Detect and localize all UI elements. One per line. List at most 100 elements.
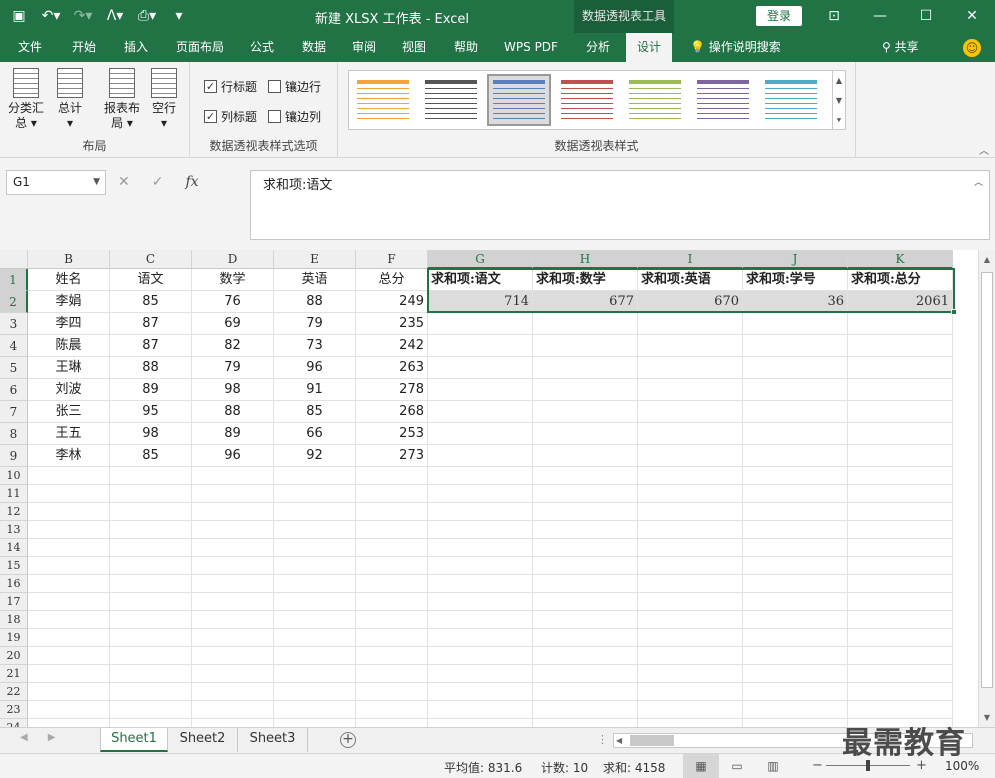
zoom-out-icon[interactable]: − [812,758,823,773]
empty-cell[interactable] [743,445,848,467]
empty-cell[interactable] [428,557,533,575]
empty-cell[interactable] [28,485,110,503]
column-header[interactable]: E [274,250,356,269]
column-header[interactable]: K [848,250,953,269]
empty-cell[interactable] [274,467,356,485]
empty-cell[interactable] [274,503,356,521]
row-header[interactable]: 8 [0,423,28,445]
tab-view[interactable]: 视图 [392,33,436,62]
row-header[interactable]: 7 [0,401,28,423]
empty-cell[interactable] [638,701,743,719]
empty-cell[interactable] [356,503,428,521]
empty-cell[interactable] [192,701,274,719]
empty-cell[interactable] [743,575,848,593]
cell[interactable]: 98 [110,423,192,445]
empty-cell[interactable] [428,423,533,445]
save-icon[interactable]: ▣ [8,6,30,26]
blank-rows-button[interactable]: 空行 ▾ [144,68,184,131]
empty-cell[interactable] [848,503,953,521]
sheet-prev-icon[interactable]: ◀ [20,732,28,743]
empty-cell[interactable] [533,539,638,557]
empty-cell[interactable] [638,719,743,727]
empty-cell[interactable] [743,313,848,335]
tab-wps-pdf[interactable]: WPS PDF [498,33,564,62]
cell[interactable]: 85 [110,291,192,313]
empty-cell[interactable] [28,539,110,557]
empty-cell[interactable] [356,575,428,593]
empty-cell[interactable] [110,503,192,521]
normal-view-icon[interactable]: ▦ [683,754,719,778]
row-header[interactable]: 5 [0,357,28,379]
empty-cell[interactable] [428,503,533,521]
banded-rows-checkbox[interactable]: 镶边行 [268,78,321,95]
empty-cell[interactable] [192,521,274,539]
empty-cell[interactable] [356,629,428,647]
empty-cell[interactable] [638,521,743,539]
cell[interactable]: 2061 [848,291,953,313]
empty-cell[interactable] [743,683,848,701]
empty-cell[interactable] [638,485,743,503]
empty-cell[interactable] [110,611,192,629]
empty-cell[interactable] [848,445,953,467]
empty-cell[interactable] [28,575,110,593]
empty-cell[interactable] [110,575,192,593]
empty-cell[interactable] [428,683,533,701]
empty-cell[interactable] [533,575,638,593]
empty-cell[interactable] [533,719,638,727]
row-header[interactable]: 23 [0,701,28,719]
empty-cell[interactable] [848,557,953,575]
empty-cell[interactable] [110,557,192,575]
cell[interactable]: 714 [428,291,533,313]
empty-cell[interactable] [274,539,356,557]
cell[interactable]: 87 [110,335,192,357]
tab-formulas[interactable]: 公式 [240,33,284,62]
row-header[interactable]: 9 [0,445,28,467]
empty-cell[interactable] [743,593,848,611]
empty-cell[interactable] [533,313,638,335]
cell[interactable]: 求和项:数学 [533,269,638,291]
empty-cell[interactable] [110,593,192,611]
empty-cell[interactable] [192,485,274,503]
empty-cell[interactable] [638,503,743,521]
cell[interactable]: 英语 [274,269,356,291]
add-sheet-icon[interactable]: + [340,732,356,748]
empty-cell[interactable] [743,335,848,357]
row-header[interactable]: 10 [0,467,28,485]
empty-cell[interactable] [848,701,953,719]
row-header[interactable]: 1 [0,269,28,291]
style-swatch-orange[interactable] [353,76,413,124]
row-header[interactable]: 6 [0,379,28,401]
share-button[interactable]: ⚲ 共享 [882,33,919,62]
expand-formula-icon[interactable]: ︿ [974,175,983,188]
maximize-icon[interactable]: ☐ [903,0,949,33]
empty-cell[interactable] [356,521,428,539]
empty-cell[interactable] [743,611,848,629]
empty-cell[interactable] [638,445,743,467]
column-header[interactable]: G [428,250,533,269]
cell[interactable]: 总分 [356,269,428,291]
cell[interactable]: 88 [274,291,356,313]
empty-cell[interactable] [533,423,638,445]
empty-cell[interactable] [533,665,638,683]
empty-cell[interactable] [274,683,356,701]
cell[interactable]: 王琳 [28,357,110,379]
empty-cell[interactable] [110,629,192,647]
grand-totals-button[interactable]: 总计 ▾ [50,68,90,131]
empty-cell[interactable] [428,357,533,379]
empty-cell[interactable] [192,467,274,485]
cell[interactable]: 王五 [28,423,110,445]
empty-cell[interactable] [428,629,533,647]
row-header[interactable]: 2 [0,291,28,313]
row-headers-checkbox[interactable]: ✓ 行标题 [204,78,257,95]
empty-cell[interactable] [274,629,356,647]
empty-cell[interactable] [848,313,953,335]
empty-cell[interactable] [533,683,638,701]
cell[interactable]: 96 [274,357,356,379]
cell[interactable]: 刘波 [28,379,110,401]
empty-cell[interactable] [428,521,533,539]
cell[interactable]: 语文 [110,269,192,291]
empty-cell[interactable] [533,401,638,423]
column-header[interactable]: C [110,250,192,269]
empty-cell[interactable] [192,593,274,611]
empty-cell[interactable] [428,647,533,665]
